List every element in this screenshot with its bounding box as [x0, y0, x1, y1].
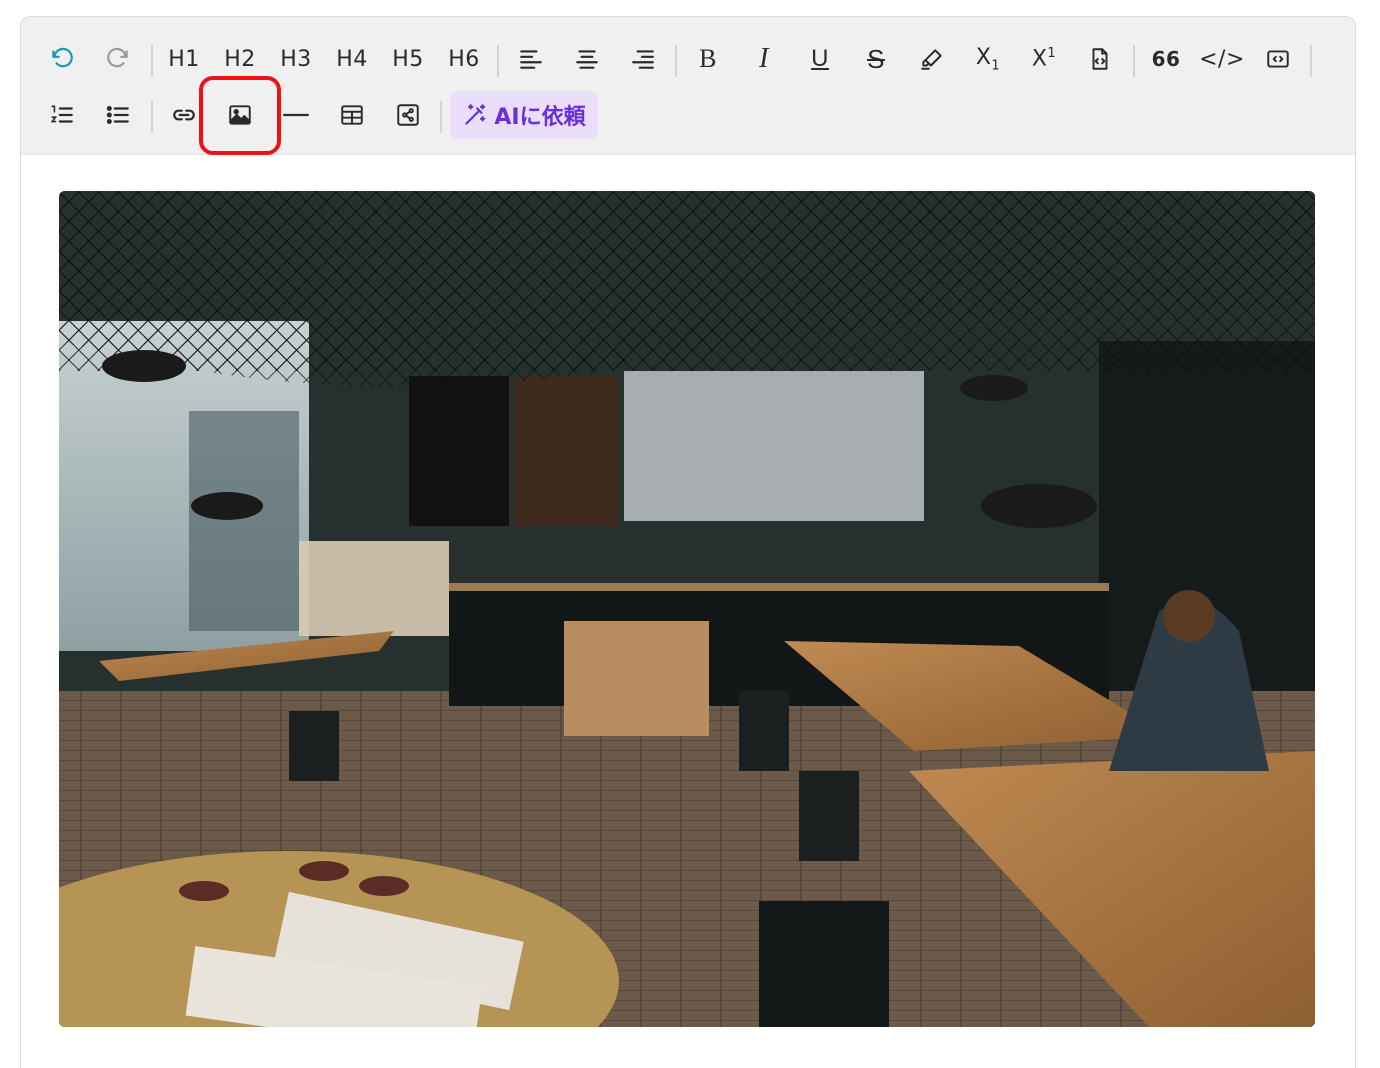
menu-board [409, 376, 509, 526]
toolbar-separator [151, 45, 153, 77]
redo-button[interactable] [94, 31, 142, 87]
heading-1-label: H1 [168, 46, 200, 72]
heading-2-label: H2 [224, 46, 256, 72]
round-display-table [564, 621, 709, 736]
file-code-icon [1092, 48, 1108, 70]
bullet-list-button[interactable] [94, 87, 142, 143]
superscript-base: X [1031, 46, 1048, 72]
image-button-highlight [199, 76, 281, 155]
share-embed-icon [397, 104, 419, 126]
strikethrough-label: S [867, 43, 885, 74]
align-left-button[interactable] [507, 31, 555, 87]
heading-6-button[interactable]: H6 [440, 31, 488, 87]
embed-button[interactable] [384, 87, 432, 143]
superscript-button[interactable]: X1 [1020, 31, 1068, 87]
toolbar-separator [1133, 45, 1135, 77]
undo-button[interactable] [38, 31, 86, 87]
editor-toolbar: H1 H2 H3 H4 H5 H6 B I U S X1 X1 66 </> A… [21, 17, 1355, 155]
blockquote-button[interactable]: 66 [1142, 31, 1190, 87]
align-left-icon [520, 50, 542, 69]
highlighter-icon [921, 49, 942, 70]
horizontal-rule-icon [283, 113, 309, 117]
italic-button[interactable]: I [740, 31, 788, 87]
inserted-image-cafe[interactable] [59, 191, 1315, 1027]
superscript-index: 1 [1047, 46, 1057, 62]
align-center-icon [576, 50, 598, 69]
redo-icon [107, 47, 128, 68]
magic-wand-icon [465, 104, 486, 125]
table-icon [341, 105, 363, 125]
bold-button[interactable]: B [684, 31, 732, 87]
chair [289, 711, 339, 781]
subscript-base: X [975, 44, 992, 70]
espresso-cup [359, 876, 409, 896]
subscript-button[interactable]: X1 [964, 31, 1012, 87]
subscript-label: X1 [976, 45, 1000, 73]
ask-ai-button[interactable]: AIに依頼 [450, 91, 598, 139]
align-right-button[interactable] [619, 31, 667, 87]
strikethrough-button[interactable]: S [852, 31, 900, 87]
link-icon [173, 109, 195, 121]
seated-person-head [1163, 590, 1215, 642]
heading-5-button[interactable]: H5 [384, 31, 432, 87]
superscript-label: X1 [1032, 46, 1056, 71]
inline-code-label: </> [1199, 46, 1245, 72]
heading-4-button[interactable]: H4 [328, 31, 376, 87]
highlight-button[interactable] [908, 31, 956, 87]
bullet-list-icon [106, 106, 129, 124]
heading-3-button[interactable]: H3 [272, 31, 320, 87]
espresso-cup [179, 881, 229, 901]
ordered-list-icon [50, 105, 73, 123]
rich-text-editor: H1 H2 H3 H4 H5 H6 B I U S X1 X1 66 </> A… [20, 16, 1356, 1068]
code-file-button[interactable] [1076, 31, 1124, 87]
align-right-icon [632, 50, 654, 69]
heading-1-button[interactable]: H1 [160, 31, 208, 87]
underline-button[interactable]: U [796, 31, 844, 87]
toolbar-separator [151, 101, 153, 133]
bottle-shelf [514, 376, 619, 526]
pendant-lamp [102, 350, 186, 382]
cafe-photo-illustration [59, 191, 1315, 1027]
heading-5-label: H5 [392, 46, 424, 72]
code-block-button[interactable] [1254, 31, 1302, 87]
insert-table-button[interactable] [328, 87, 376, 143]
toolbar-separator [440, 101, 442, 133]
toolbar-separator [1310, 45, 1312, 77]
chair [759, 901, 889, 1027]
pendant-lamp [981, 484, 1097, 528]
window-grid [189, 411, 299, 631]
subscript-index: 1 [991, 58, 1001, 74]
heading-6-label: H6 [448, 46, 480, 72]
blockquote-label: 66 [1151, 47, 1181, 71]
align-center-button[interactable] [563, 31, 611, 87]
back-window [624, 371, 924, 521]
heading-4-label: H4 [336, 46, 368, 72]
heading-3-label: H3 [280, 46, 312, 72]
inline-code-button[interactable]: </> [1198, 31, 1246, 87]
italic-label: I [759, 43, 769, 74]
chair [739, 691, 789, 771]
toolbar-separator [497, 45, 499, 77]
counter-top [449, 583, 1109, 591]
ordered-list-button[interactable] [38, 87, 86, 143]
espresso-cup [299, 861, 349, 881]
underline-label: U [811, 45, 829, 72]
bold-label: B [699, 44, 717, 73]
editor-content[interactable] [21, 155, 1355, 1068]
chair [799, 771, 859, 861]
pendant-lamp [960, 375, 1028, 401]
toolbar-separator [675, 45, 677, 77]
pastry-case [299, 541, 449, 636]
pendant-lamp [191, 492, 263, 520]
undo-icon [52, 47, 73, 68]
code-block-icon [1267, 50, 1289, 68]
ask-ai-label: AIに依頼 [494, 105, 586, 130]
